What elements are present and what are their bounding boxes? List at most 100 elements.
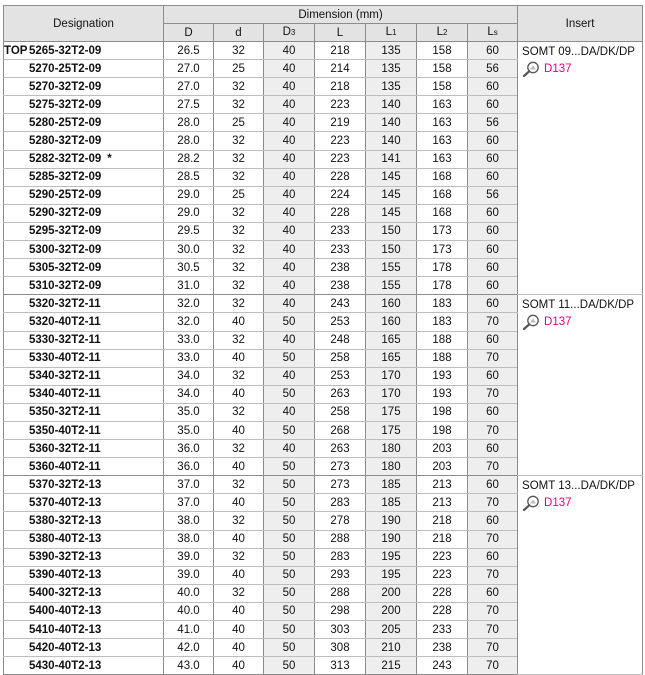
catalog-reference-icon xyxy=(522,61,539,77)
dimension-value: 223 xyxy=(314,131,366,151)
dimension-value: 32 xyxy=(213,131,264,151)
dimension-value: 39.0 xyxy=(163,566,214,585)
dimension-value: 200 xyxy=(365,584,417,603)
designation-code: 5370-40T2-13 xyxy=(29,496,102,509)
dimension-value: 32 xyxy=(213,258,264,278)
dimension-value: 29.0 xyxy=(163,204,214,223)
designation-code: 5350-32T2-11 xyxy=(29,406,101,419)
dimension-value: 283 xyxy=(314,493,366,513)
designation-cell: 5350-32T2-11 xyxy=(3,403,164,422)
column-header-l1: L1 xyxy=(365,23,417,42)
dimension-value: 32 xyxy=(213,367,264,386)
dimension-value: 258 xyxy=(314,349,366,368)
dimension-header: Dimension (mm) xyxy=(162,5,519,24)
designation-cell: 5380-40T2-13 xyxy=(3,530,164,549)
designation-code: 5305-32T2-09 xyxy=(29,261,102,274)
dimension-value: 70 xyxy=(467,493,519,513)
dimension-value: 228 xyxy=(314,168,366,187)
designation-code: 5360-32T2-11 xyxy=(29,442,101,455)
dimension-value: 50 xyxy=(263,385,315,404)
dimension-value: 183 xyxy=(416,312,468,332)
dimension-value: 60 xyxy=(467,204,519,223)
dimension-value: 40 xyxy=(263,403,315,422)
dimension-value: 32 xyxy=(213,240,264,260)
catalog-reference[interactable]: D137 xyxy=(522,314,642,331)
dimension-value: 32 xyxy=(213,77,264,97)
dimension-value: 40 xyxy=(263,439,315,459)
insert-name: SOMT 11...DA/DK/DP xyxy=(522,299,635,312)
dimension-value: 37.0 xyxy=(163,475,214,495)
dimension-value: 32 xyxy=(213,584,264,603)
dimension-value: 175 xyxy=(365,421,417,441)
dimension-value: 60 xyxy=(467,258,519,278)
dimension-value: 28.2 xyxy=(163,150,214,169)
catalog-reference[interactable]: D137 xyxy=(522,495,642,512)
dimension-value: 135 xyxy=(365,59,417,79)
catalog-page-ref[interactable]: D137 xyxy=(544,495,572,511)
dimension-value: 31.0 xyxy=(163,276,214,296)
dimension-value: 40 xyxy=(263,367,315,386)
dimension-value: 160 xyxy=(365,312,417,332)
dimension-value: 43.0 xyxy=(163,656,214,675)
designation-cell: 5360-40T2-11 xyxy=(3,457,164,477)
designation-code: 5265-32T2-09 xyxy=(29,44,102,57)
dimension-value: 258 xyxy=(314,403,366,422)
designation-code: 5430-40T2-13 xyxy=(29,659,102,672)
dimension-value: 145 xyxy=(365,168,417,187)
table-row: 5320-32T2-11 32.0 32 40 243 160 183 60 SOMT 11..… xyxy=(3,294,644,477)
catalog-reference[interactable]: D137 xyxy=(522,61,642,77)
dimension-value: 27.5 xyxy=(163,95,214,115)
designation-cell: 5330-32T2-11 xyxy=(3,331,164,350)
dimension-value: 32 xyxy=(213,511,264,531)
dimension-value: 200 xyxy=(365,602,417,622)
column-header-l: L xyxy=(314,23,366,42)
dimension-value: 70 xyxy=(467,530,519,549)
dimension-value: 248 xyxy=(314,331,366,350)
dimension-value: 243 xyxy=(416,656,468,675)
designation-table: Designation Dimension (mm) Insert Dd D3 L L… xyxy=(3,5,644,675)
dimension-value: 60 xyxy=(467,276,519,296)
designation-cell: 5270-25T2-09 xyxy=(3,59,164,79)
column-header-d: D xyxy=(163,23,214,42)
dimension-value: 273 xyxy=(314,457,366,477)
dimension-value: 155 xyxy=(365,276,417,296)
dimension-value: 203 xyxy=(416,439,468,459)
dimension-value: 60 xyxy=(467,168,519,187)
dimension-value: 223 xyxy=(416,548,468,567)
designation-cell: 5300-32T2-09 xyxy=(3,240,164,260)
designation-cell: 5295-32T2-09 xyxy=(3,222,164,242)
dimension-value: 60 xyxy=(467,475,519,495)
dimension-value: 160 xyxy=(365,294,417,314)
dimension-value: 163 xyxy=(416,113,468,133)
dimension-value: 141 xyxy=(365,150,417,169)
dimension-value: 180 xyxy=(365,439,417,459)
dimension-value: 27.0 xyxy=(163,59,214,79)
dimension-value: 175 xyxy=(365,403,417,422)
dimension-value: 268 xyxy=(314,421,366,441)
dimension-value: 37.0 xyxy=(163,493,214,513)
dimension-value: 30.5 xyxy=(163,258,214,278)
dimension-value: 50 xyxy=(263,511,315,531)
dimension-value: 40 xyxy=(213,385,264,404)
catalog-page-ref[interactable]: D137 xyxy=(544,314,572,330)
designation-cell: 5390-40T2-13 xyxy=(3,566,164,585)
designation-cell: 5320-40T2-11 xyxy=(3,312,164,332)
dimension-value: 165 xyxy=(365,331,417,350)
dimension-value: 29.5 xyxy=(163,222,214,242)
dimension-value: 29.0 xyxy=(163,186,214,205)
dimension-value: 218 xyxy=(314,41,366,61)
designation-cell: 5275-32T2-09 xyxy=(3,95,164,115)
dimension-value: 218 xyxy=(416,511,468,531)
catalog-page-ref[interactable]: D137 xyxy=(544,61,572,77)
footnote-mark: * xyxy=(107,153,112,166)
dimension-value: 40 xyxy=(263,113,315,133)
dimension-value: 158 xyxy=(416,77,468,97)
dimension-value: 40 xyxy=(213,602,264,622)
dimension-value: 308 xyxy=(314,638,366,658)
dimension-value: 32 xyxy=(213,95,264,115)
dimension-value: 155 xyxy=(365,258,417,278)
dimension-value: 60 xyxy=(467,403,519,422)
dimension-value: 173 xyxy=(416,222,468,242)
dimension-value: 32 xyxy=(213,403,264,422)
dimension-value: 32.0 xyxy=(163,294,214,314)
